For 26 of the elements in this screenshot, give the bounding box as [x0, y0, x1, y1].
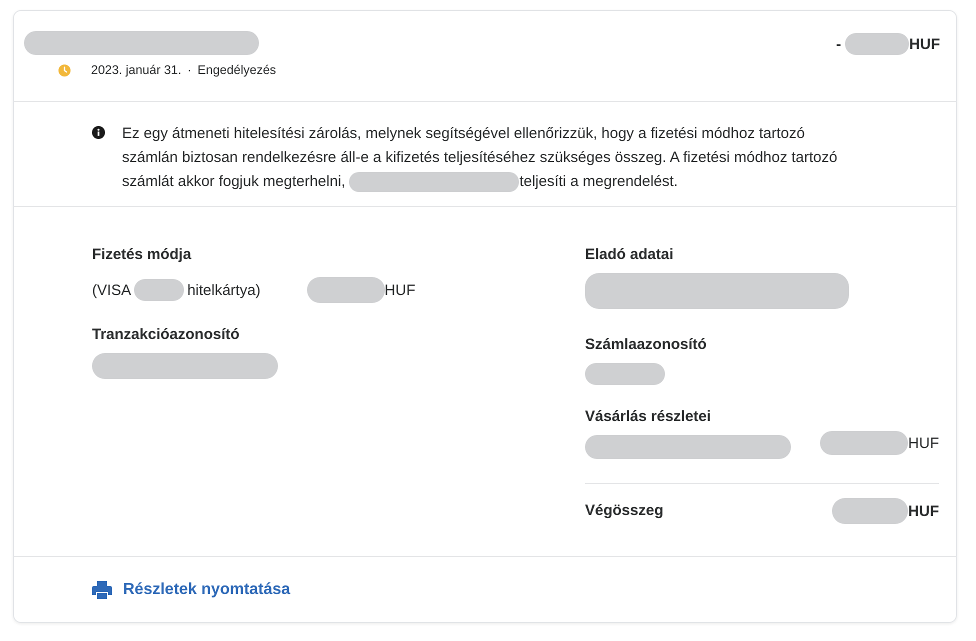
print-link[interactable]: Részletek nyomtatása — [92, 580, 290, 598]
card-text: (VISA — [92, 282, 132, 298]
currency-text: HUF — [908, 502, 939, 520]
redaction-mark — [845, 33, 910, 55]
clock-icon — [58, 64, 71, 76]
date-text: 2023. január 31. — [91, 63, 182, 77]
field-label: Vásárlás részletei — [585, 407, 712, 427]
minus-sign: - — [836, 36, 842, 52]
printer-icon — [92, 580, 112, 598]
card-text: hitelkártya) — [187, 282, 261, 298]
currency-text: HUF — [384, 282, 416, 298]
currency-text: HUF — [908, 434, 939, 452]
redaction-mark — [134, 279, 184, 301]
currency-text: HUF — [909, 36, 940, 52]
notice-text: teljesíti a megrendelést. — [519, 172, 678, 192]
separator-dot: · — [187, 63, 192, 77]
notice-text: számlán biztosan rendelkezésre áll-e a kifizetés teljesítéséhez szükséges összeg. A fizetési módhoz tartozó — [122, 148, 838, 168]
status-text: Engedélyezés — [198, 63, 276, 77]
field-label: Számlaazonosító — [585, 335, 708, 355]
field-label: Végösszeg — [585, 501, 664, 521]
field-label: Eladó adatai — [585, 245, 674, 265]
info-icon — [92, 126, 105, 139]
notice-text: Ez egy átmeneti hitelesítési zárolás, melynek segítségével ellenőrizzük, hogy a fizetési módhoz tartozó — [122, 124, 805, 144]
field-label: Tranzakcióazonosító — [92, 325, 240, 345]
field-label: Fizetés módja — [92, 245, 192, 265]
notice-text: számlát akkor fogjuk megterhelni, — [122, 172, 346, 192]
